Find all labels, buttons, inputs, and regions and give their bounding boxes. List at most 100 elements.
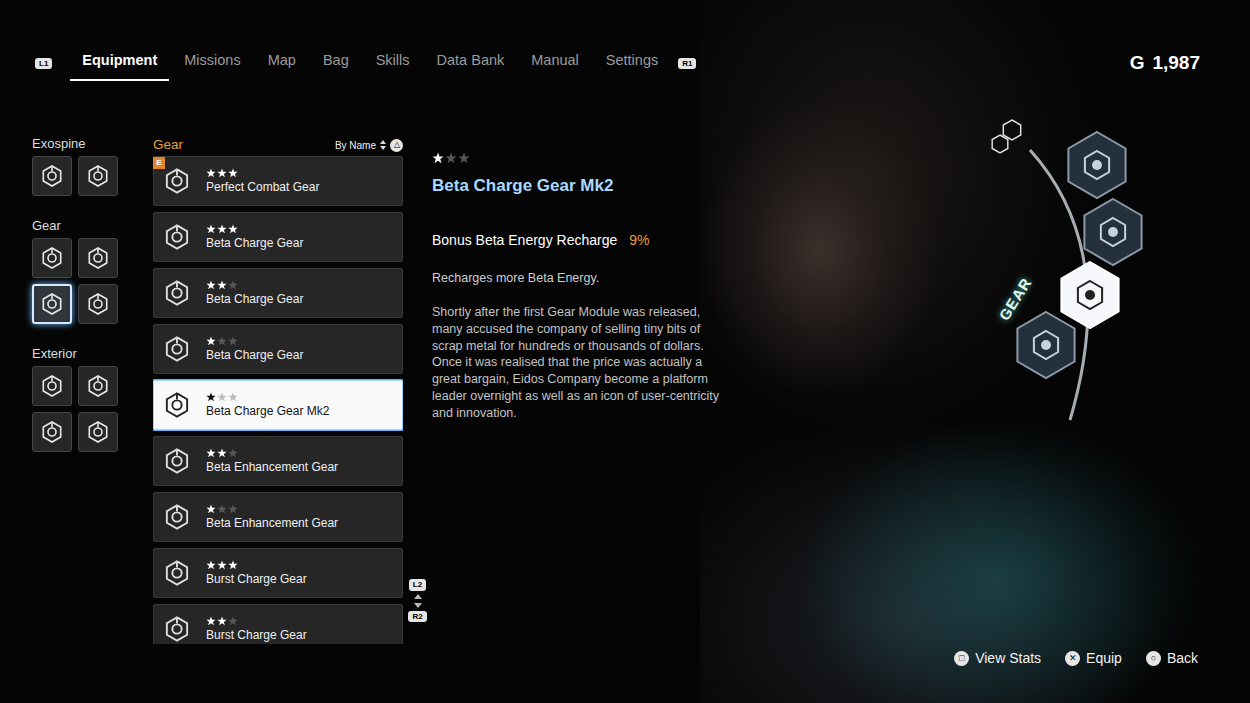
equipment-slot[interactable] [32, 156, 72, 196]
star-icon [206, 504, 216, 514]
gear-stat: Bonus Beta Energy Recharge9% [432, 230, 720, 251]
gear-item-name: Beta Enhancement Gear [206, 516, 338, 530]
equipment-screen: GEARL1EquipmentMissionsMapBagSkillsData … [0, 0, 1250, 703]
star-icon [206, 560, 216, 570]
star-rating [206, 448, 338, 458]
gear-item-text: Beta Charge Gear [206, 224, 303, 250]
star-rating [206, 560, 307, 570]
button-glyph: ○ [1146, 651, 1161, 666]
gear-list: Perfect Combat GearE Beta Charge Gear Beta… [153, 155, 403, 644]
gear-list-item[interactable]: Burst Charge Gear [153, 548, 403, 598]
gear-slot[interactable] [1068, 132, 1125, 198]
star-icon [228, 504, 238, 514]
menu-tab[interactable]: Skills [364, 46, 422, 81]
action-bar: □View Stats ✕Equip ○Back [0, 648, 1250, 703]
star-icon [206, 448, 216, 458]
slot-column: Exospine Gear Exterior [32, 136, 122, 644]
gear-list-item[interactable]: Beta Enhancement Gear [153, 492, 403, 542]
button-label: Equip [1086, 648, 1122, 669]
equipment-slot[interactable] [32, 366, 72, 406]
menu-tab[interactable]: Map [256, 46, 308, 81]
gear-item-name: Beta Charge Gear [206, 292, 303, 306]
gear-icon [163, 167, 191, 195]
star-icon [445, 152, 457, 164]
gear-list-item[interactable]: Beta Charge Gear [153, 268, 403, 318]
star-icon [217, 168, 227, 178]
character-portrait: GEAR [700, 0, 1250, 703]
gear-lore: Shortly after the first Gear Module was … [432, 304, 720, 422]
sort-key-badge: △ [390, 139, 403, 152]
gear-item-name: Beta Charge Gear [206, 348, 303, 362]
menu-tab[interactable]: Data Bank [425, 46, 517, 81]
menu-tab[interactable]: Equipment [70, 46, 169, 81]
menu-tab[interactable]: Bag [311, 46, 361, 81]
currency-symbol: G [1130, 49, 1145, 78]
gear-item-name: Perfect Combat Gear [206, 180, 319, 194]
gear-item-name: Beta Charge Gear [206, 236, 303, 250]
action-button[interactable]: ✕Equip [1065, 648, 1122, 669]
slot-group-label: Exospine [32, 136, 122, 152]
equipment-slot[interactable] [32, 284, 72, 324]
gear-slot[interactable] [1017, 312, 1074, 378]
gear-icon [86, 292, 110, 316]
gear-icon [163, 503, 191, 531]
button-hint-badge: R2 [408, 611, 426, 622]
gear-icon [163, 391, 191, 419]
scroll-hint: L2 R2 [403, 136, 432, 644]
gear-icon [86, 246, 110, 270]
equipment-slot[interactable] [32, 238, 72, 278]
star-icon [228, 224, 238, 234]
gear-icon-box [162, 167, 192, 195]
gear-item-text: Beta Charge Gear Mk2 [206, 392, 329, 418]
gear-item-text: Burst Charge Gear [206, 616, 307, 642]
star-icon [217, 280, 227, 290]
star-icon [228, 280, 238, 290]
equipment-slot[interactable] [32, 412, 72, 452]
gear-list-item[interactable]: Burst Charge Gear [153, 604, 403, 644]
gear-list-item[interactable]: Beta Charge Gear [153, 324, 403, 374]
gear-icon [86, 420, 110, 444]
action-button[interactable]: ○Back [1146, 648, 1198, 669]
equipment-slot[interactable] [78, 366, 118, 406]
star-icon [228, 336, 238, 346]
gear-list-item[interactable]: Perfect Combat GearE [153, 156, 403, 206]
gear-item-name: Burst Charge Gear [206, 628, 307, 642]
menu-tab[interactable]: Settings [594, 46, 670, 81]
star-icon [228, 448, 238, 458]
gear-list-header: GearBy Name△ [153, 136, 403, 155]
gear-ring [700, 0, 1250, 703]
slot-group-label: Exterior [32, 346, 122, 362]
button-hint-badge: L2 [409, 579, 426, 590]
currency-display: G1,987 [1130, 49, 1200, 78]
menu-tab[interactable]: Missions [172, 46, 252, 81]
star-icon [228, 392, 238, 402]
star-icon [228, 168, 238, 178]
sort-control[interactable]: By Name△ [335, 138, 403, 153]
gear-icon [163, 223, 191, 251]
equipment-slot[interactable] [78, 412, 118, 452]
gear-slot[interactable] [1084, 199, 1141, 265]
gear-icon-box [162, 279, 192, 307]
action-button[interactable]: □View Stats [954, 648, 1041, 669]
slot-group-label: Gear [32, 218, 122, 234]
star-icon [206, 616, 216, 626]
star-icon [206, 280, 216, 290]
gear-list-item[interactable]: Beta Charge Gear [153, 212, 403, 262]
gear-list-item[interactable]: Beta Charge Gear Mk2 [153, 380, 403, 430]
gear-icon [40, 292, 64, 316]
top-nav: L1EquipmentMissionsMapBagSkillsData Bank… [0, 0, 1250, 81]
gear-detail: Beta Charge Gear Mk2Bonus Beta Energy Re… [432, 136, 720, 644]
gear-list-item[interactable]: Beta Enhancement Gear [153, 436, 403, 486]
stat-value: 9% [629, 230, 649, 251]
star-rating [206, 504, 338, 514]
slot-grid [32, 156, 122, 196]
equipment-slot[interactable] [78, 284, 118, 324]
scroll-arrows-icon [414, 594, 422, 608]
equipment-slot[interactable] [78, 238, 118, 278]
star-icon [228, 616, 238, 626]
menu-tab[interactable]: Manual [519, 46, 591, 81]
gear-slot[interactable] [1061, 262, 1118, 328]
menu-layer: L1EquipmentMissionsMapBagSkillsData Bank… [0, 0, 1250, 703]
gear-icon [86, 164, 110, 188]
equipment-slot[interactable] [78, 156, 118, 196]
